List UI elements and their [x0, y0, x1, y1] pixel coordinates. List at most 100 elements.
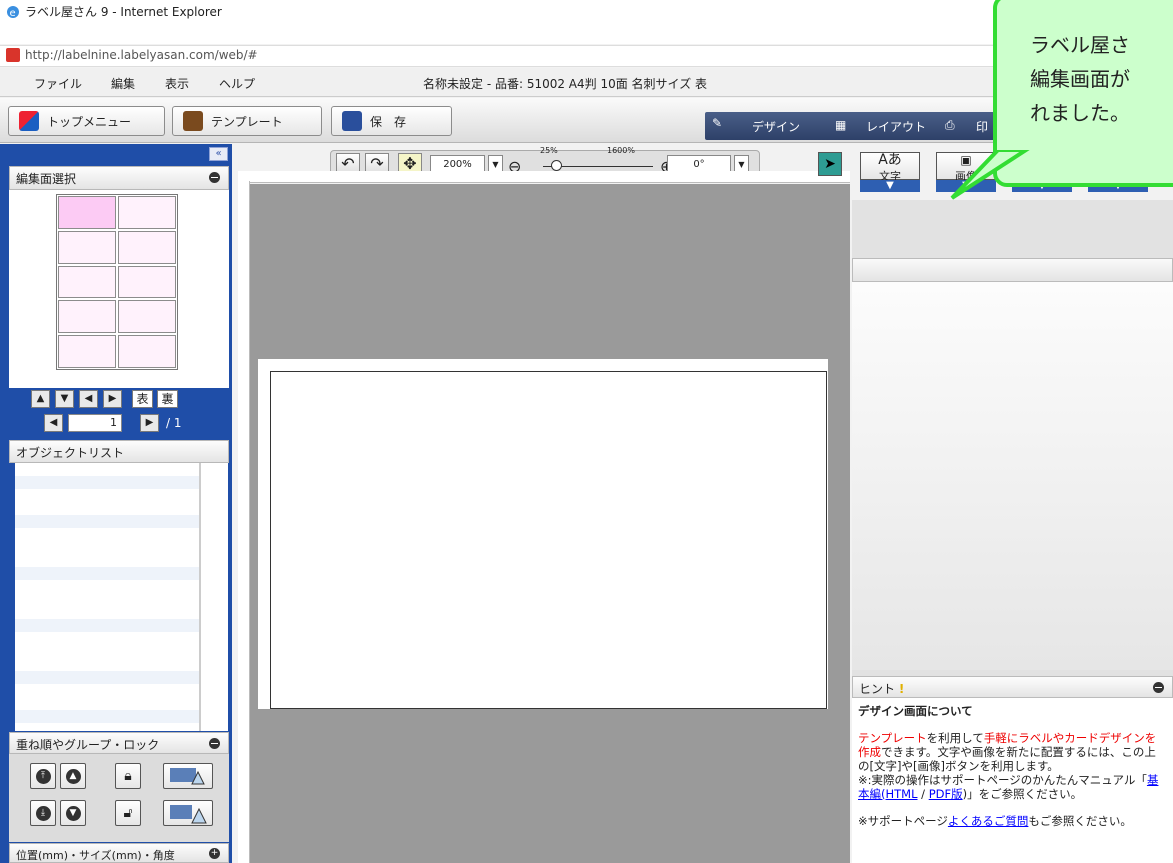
label-cell[interactable]: [58, 265, 116, 299]
insert-text-button[interactable]: Aあ 文字: [860, 152, 920, 183]
label-cell[interactable]: [118, 265, 176, 299]
hint-paragraph: ※サポートページよくあるご質問もご参照ください。: [858, 814, 1167, 828]
group-icon: [170, 768, 205, 785]
menu-file[interactable]: ファイル: [34, 75, 82, 92]
minus-icon[interactable]: [209, 172, 220, 183]
collapse-panel-icon[interactable]: «: [209, 147, 228, 161]
callout-text: ラベル屋さ 編集画面が れました。: [1030, 28, 1173, 130]
tab-print[interactable]: 印: [976, 118, 988, 135]
label-cell[interactable]: [58, 300, 116, 334]
minus-icon[interactable]: [209, 738, 220, 749]
list-item[interactable]: [15, 567, 200, 580]
zoom-max-label: 1600%: [607, 146, 635, 155]
ungroup-button[interactable]: [163, 800, 213, 826]
callout-line: 編集画面が: [1030, 67, 1130, 91]
object-list-header: オブジェクトリスト: [9, 440, 229, 463]
arrow-left-icon[interactable]: ◀: [79, 390, 98, 408]
design-icon: ✎: [712, 116, 723, 130]
list-item[interactable]: [15, 476, 200, 489]
save-icon: [342, 111, 362, 131]
arrow-up-icon[interactable]: ▲: [31, 390, 50, 408]
prev-page-icon[interactable]: ◀: [44, 414, 63, 432]
template-button[interactable]: テンプレート: [172, 106, 322, 136]
arrow-down-icon[interactable]: ▼: [55, 390, 74, 408]
page-number-input[interactable]: 1: [68, 414, 122, 432]
horizontal-ruler: [238, 171, 850, 183]
hint-text: できます。文字や画像を新たに配置するには、この上の[文字]や[画像]ボタンを利用…: [858, 745, 1156, 773]
faq-link[interactable]: よくあるご質問: [948, 814, 1029, 828]
manual-pdf-link[interactable]: PDF版: [929, 787, 963, 801]
menu-edit[interactable]: 編集: [111, 75, 135, 92]
hint-text: を利用して: [926, 731, 984, 745]
label-cell[interactable]: [118, 300, 176, 334]
top-menu-button[interactable]: トップメニュー: [8, 106, 165, 136]
list-item[interactable]: [15, 619, 200, 632]
save-label: 保 存: [370, 114, 407, 129]
template-icon: [183, 111, 203, 131]
position-size-header: 位置(mm)・サイズ(mm)・角度 +: [9, 843, 229, 863]
label-cell[interactable]: [58, 230, 116, 264]
object-list[interactable]: [15, 463, 228, 731]
lock-button[interactable]: 🔒︎: [115, 763, 141, 789]
list-item[interactable]: [15, 515, 200, 528]
label-cell[interactable]: [58, 335, 116, 368]
minus-icon[interactable]: [1153, 682, 1164, 693]
printer-icon: ⎙: [945, 118, 955, 132]
label-edit-area[interactable]: [270, 371, 827, 709]
face-select-header: 編集面選択: [9, 166, 229, 190]
alert-icon: !: [898, 682, 905, 696]
hint-text: /: [917, 787, 929, 801]
label-cell[interactable]: [58, 196, 116, 229]
bring-to-front-button[interactable]: ⤒: [30, 763, 56, 789]
order-group-title: 重ね順やグループ・ロック: [16, 738, 160, 752]
send-back-icon: ⤓: [35, 805, 51, 821]
back-face-button[interactable]: 裏: [157, 390, 178, 408]
save-button[interactable]: 保 存: [331, 106, 452, 136]
group-button[interactable]: [163, 763, 213, 789]
zoom-slider-thumb[interactable]: [551, 160, 562, 171]
face-select-title: 編集面選択: [16, 172, 77, 186]
cube-icon: [19, 111, 39, 131]
menu-view[interactable]: 表示: [165, 75, 189, 92]
label-cell[interactable]: [118, 196, 176, 229]
tab-layout[interactable]: レイアウト: [866, 118, 926, 135]
object-list-title: オブジェクトリスト: [16, 446, 125, 460]
rotation-value: 0°: [693, 159, 705, 170]
unlock-button[interactable]: 🔓︎: [115, 800, 141, 826]
callout-pointer: [950, 150, 1030, 200]
send-to-back-button[interactable]: ⤓: [30, 800, 56, 826]
bring-forward-icon: ▲: [65, 768, 81, 784]
hint-text: もご参照ください。: [1028, 814, 1132, 828]
arrow-right-icon[interactable]: ▶: [103, 390, 122, 408]
list-item[interactable]: [15, 710, 200, 723]
tab-design[interactable]: デザイン: [752, 118, 800, 135]
lock-icon: 🔒︎: [124, 768, 132, 784]
url-text[interactable]: http://labelnine.labelyasan.com/web/#: [25, 48, 258, 62]
position-size-title: 位置(mm)・サイズ(mm)・角度: [16, 849, 175, 862]
label-cell[interactable]: [118, 230, 176, 264]
callout-line: れました。: [1030, 101, 1130, 125]
select-arrow-icon[interactable]: ➤: [818, 152, 842, 176]
hint-red-text: テンプレート: [858, 731, 927, 745]
send-backward-button[interactable]: ▼: [60, 800, 86, 826]
list-item[interactable]: [15, 671, 200, 684]
label-cell[interactable]: [118, 335, 176, 368]
bring-front-icon: ⤒: [35, 768, 51, 784]
hint-text: )」をご参照ください。: [962, 787, 1083, 801]
menu-help[interactable]: ヘルプ: [219, 75, 255, 92]
send-backward-icon: ▼: [65, 805, 81, 821]
front-face-button[interactable]: 表: [132, 390, 153, 408]
hint-heading: デザイン画面について: [858, 704, 973, 718]
next-page-icon[interactable]: ▶: [140, 414, 159, 432]
insert-text-dropdown-icon[interactable]: ▼: [860, 180, 920, 192]
document-info: 名称未設定 - 品番: 51002 A4判 10面 名刺サイズ 表: [423, 77, 708, 91]
plus-icon[interactable]: +: [209, 848, 220, 859]
hint-text: ※:実際の操作はサポートページのかんたんマニュアル「: [858, 773, 1147, 787]
layout-icon: ▦: [835, 118, 847, 132]
site-icon: [6, 48, 20, 62]
hint-text: ※サポートページ: [858, 814, 948, 828]
callout-line: ラベル屋さ: [1030, 33, 1130, 57]
bring-forward-button[interactable]: ▲: [60, 763, 86, 789]
sheet-thumbnail: [56, 194, 178, 370]
text-icon: Aあ: [878, 152, 902, 168]
